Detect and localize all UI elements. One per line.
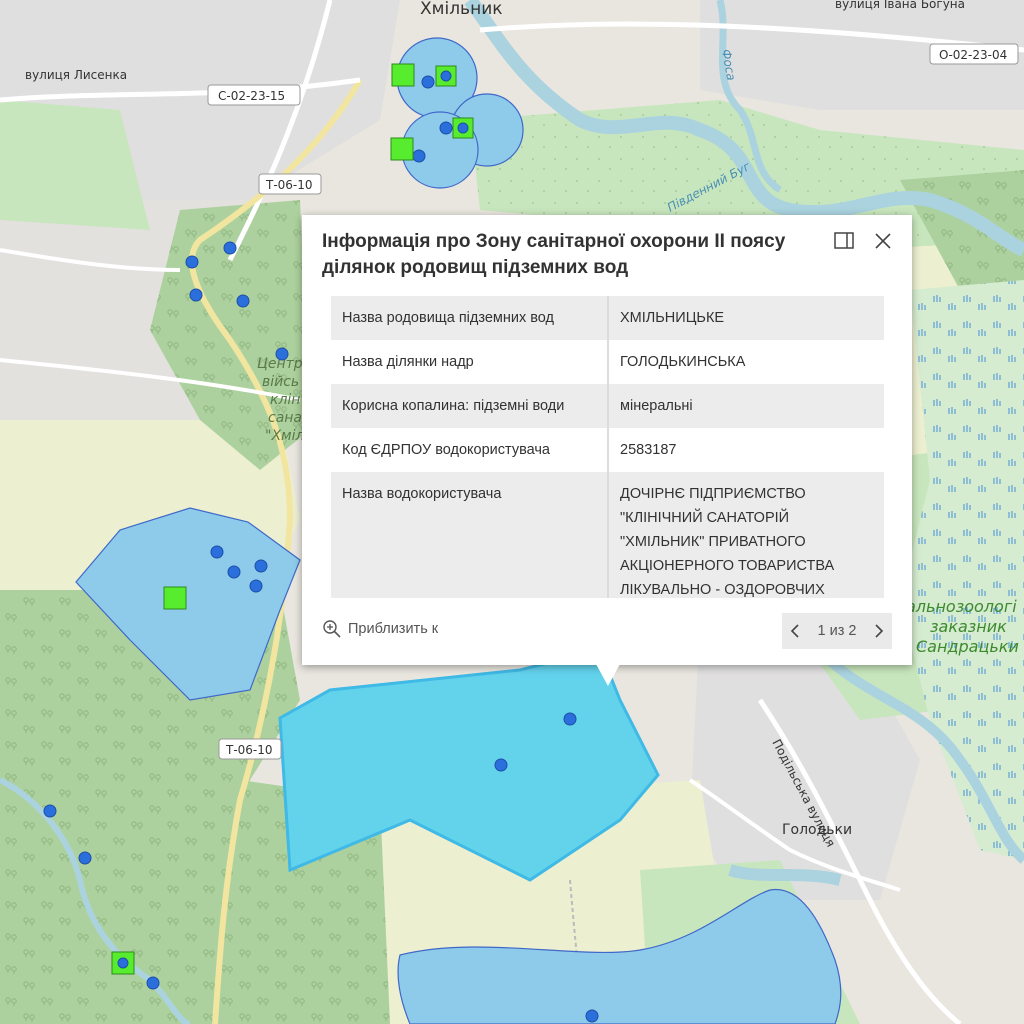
svg-text:альнозоологі: альнозоологі [906,597,1017,616]
svg-text:Сандрацьки: Сандрацьки [916,637,1019,656]
dock-icon [834,232,854,249]
zoom-to-label: Приблизить к [348,621,439,637]
well-point[interactable] [457,122,469,134]
attribute-table-container[interactable]: Назва родовища підземних вод ХМІЛЬНИЦЬКЕ Н… [331,296,884,598]
square-marker[interactable] [390,137,414,161]
well-point[interactable] [43,804,57,818]
street-label-lysenka: вулиця Лисенка [25,68,127,82]
svg-text:війсь: війсь [262,374,299,390]
attribute-value: ХМІЛЬНИЦЬКЕ [620,310,725,326]
popup-pointer [596,664,620,686]
pond-holodky [728,864,842,886]
road-badge-s-02-23-15: С-02-23-15 [207,84,301,106]
attribute-key: Код ЄДРПОУ водокористувача [331,428,609,472]
close-button[interactable] [871,229,895,253]
well-point[interactable] [563,712,577,726]
well-point[interactable] [421,75,435,89]
dock-button[interactable] [832,229,856,253]
attribute-value: 2583187 [620,442,677,458]
attribute-value: ДОЧІРНЄ ПІДПРИЄМСТВО "КЛІНІЧНИЙ САНАТОРІ… [620,486,835,598]
well-point[interactable] [78,851,92,865]
attribute-row: Код ЄДРПОУ водокористувача 2583187 [331,428,884,472]
well-point[interactable] [254,559,268,573]
well-point[interactable] [236,294,250,308]
attribute-table: Назва родовища підземних вод ХМІЛЬНИЦЬКЕ Н… [331,296,884,598]
well-point[interactable] [249,579,263,593]
attribute-value: ГОЛОДЬКИНСЬКА [620,354,746,370]
well-point[interactable] [439,121,453,135]
chevron-right-icon [875,624,884,638]
well-point[interactable] [440,70,452,82]
info-popup: Інформація про Зону санітарної охорони І… [302,215,912,665]
svg-text:"Хміл: "Хміл [265,428,304,444]
close-icon [875,233,891,249]
previous-feature-button[interactable] [782,623,808,639]
svg-text:сана: сана [268,410,302,426]
svg-text:заказник: заказник [930,617,1007,636]
attribute-key: Назва родовища підземних вод [331,296,609,340]
svg-text:клін: клін [270,392,300,408]
svg-text:Т-06-10: Т-06-10 [265,178,313,192]
road-badge-t-06-10-top: Т-06-10 [258,173,322,195]
attribute-key: Назва водокористувача [331,472,609,598]
svg-text:Центр: Центр [257,356,303,372]
road-badge-o-02-23-04: О-02-23-04 [929,43,1019,65]
well-point[interactable] [117,957,129,969]
road-badge-t-06-10-bottom: Т-06-10 [218,738,282,760]
well-point[interactable] [223,241,237,255]
square-marker[interactable] [391,63,415,87]
city-label: Хмільник [420,0,503,19]
well-point[interactable] [494,758,508,772]
well-point[interactable] [227,565,241,579]
pager-label: 1 из 2 [817,623,857,639]
well-point[interactable] [412,149,426,163]
feature-pager: 1 из 2 [782,613,892,649]
attribute-row: Назва родовища підземних вод ХМІЛЬНИЦЬКЕ [331,296,884,340]
attribute-key: Назва ділянки надр [331,340,609,384]
well-point[interactable] [185,255,199,269]
zoom-in-icon [323,620,341,638]
zoom-to-button[interactable]: Приблизить к [322,619,438,639]
chevron-left-icon [790,624,799,638]
square-marker[interactable] [163,586,187,610]
well-point[interactable] [189,288,203,302]
attribute-row: Корисна копалина: підземні води мінеральн… [331,384,884,428]
street-label-bohuna: вулиця Івана Богуна [835,0,965,11]
well-point[interactable] [585,1009,599,1023]
attribute-row: Назва ділянки надр ГОЛОДЬКИНСЬКА [331,340,884,384]
svg-text:О-02-23-04: О-02-23-04 [939,48,1007,62]
popup-footer: Приблизить к 1 из 2 [302,613,912,651]
attribute-value: мінеральні [620,398,693,414]
attribute-row: Назва водокористувача ДОЧІРНЄ ПІДПРИЄМСТВ… [331,472,884,598]
well-point[interactable] [146,976,160,990]
svg-text:Т-06-10: Т-06-10 [225,743,273,757]
popup-title: Інформація про Зону санітарної охорони І… [322,231,786,278]
well-point[interactable] [210,545,224,559]
svg-text:С-02-23-15: С-02-23-15 [218,89,285,103]
next-feature-button[interactable] [866,623,892,639]
attribute-key: Корисна копалина: підземні води [331,384,609,428]
